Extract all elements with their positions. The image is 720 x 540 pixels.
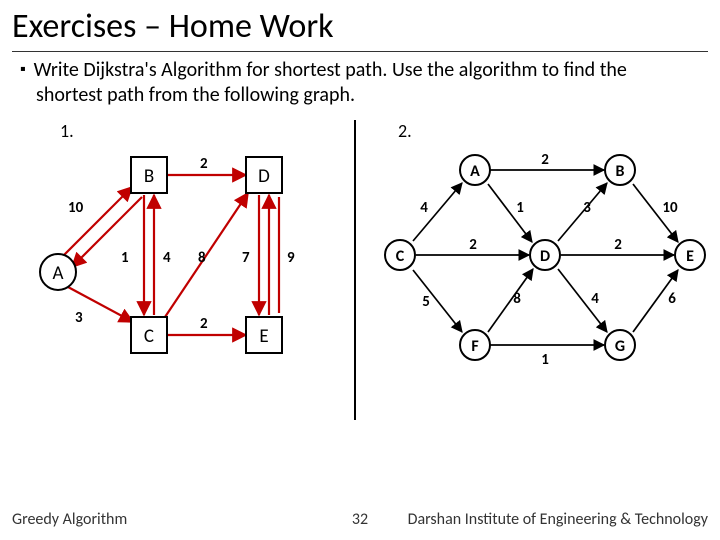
- edge2-DE: 2: [614, 236, 622, 254]
- node-C: C: [144, 325, 154, 348]
- footer: Greedy Algorithm 32 Darshan Institute of…: [0, 510, 720, 534]
- edge2-DG: 4: [591, 290, 599, 308]
- node2-C: C: [396, 247, 405, 266]
- edge2-CA: 4: [420, 199, 428, 217]
- exercise-text-content: Write Dijkstra's Algorithm for shortest …: [34, 58, 627, 107]
- label-1: 1.: [60, 120, 74, 142]
- node2-A: A: [470, 162, 480, 181]
- node2-G: G: [615, 337, 625, 356]
- edge2-CD: 2: [469, 236, 477, 254]
- node2-D: D: [540, 247, 550, 266]
- graph-2: 2 4 1 3 10 2 2 5 8 4 6 1 A B C D E F G: [370, 140, 710, 420]
- edge2-BE: 10: [662, 199, 678, 217]
- node-B: B: [144, 165, 154, 188]
- edge-w-DE7: 7: [242, 249, 250, 267]
- node2-E: E: [686, 247, 694, 266]
- edge-w-BA: 1: [121, 249, 129, 267]
- edge-w-AC: 3: [75, 309, 83, 327]
- vertical-divider: [354, 120, 356, 420]
- edge-w-CE: 2: [200, 315, 208, 333]
- edge2-FD: 8: [513, 290, 521, 308]
- edge-w-DE9: 9: [287, 249, 295, 267]
- edge2-DB: 3: [583, 199, 591, 217]
- node2-F: F: [471, 337, 478, 356]
- edge2-FG: 1: [541, 351, 549, 369]
- node-D: D: [258, 165, 270, 188]
- edge2-CF: 5: [422, 293, 430, 311]
- footer-right: Darshan Institute of Engineering & Techn…: [408, 510, 708, 529]
- edge2-GE: 6: [668, 290, 676, 308]
- label-2: 2.: [398, 120, 412, 142]
- node2-B: B: [616, 162, 625, 181]
- edge-w-AB: 10: [68, 199, 84, 217]
- graph-1: 10 2 1 4 8 7 9 3 2 A B C D E: [20, 140, 340, 400]
- edge-w-BC: 4: [163, 249, 171, 267]
- node-E: E: [259, 325, 268, 348]
- title-divider: [12, 51, 708, 52]
- edge2-AB: 2: [541, 151, 549, 169]
- graphs-area: 10 2 1 4 8 7 9 3 2 A B C D E: [0, 140, 720, 430]
- edge-w-BD: 2: [200, 155, 208, 173]
- page-title: Exercises – Home Work: [0, 0, 720, 49]
- edge-w-CD: 8: [198, 249, 206, 267]
- exercise-text: ▪Write Dijkstra's Algorithm for shortest…: [0, 58, 720, 108]
- edge2-AD: 1: [516, 199, 524, 217]
- node-A: A: [53, 262, 64, 285]
